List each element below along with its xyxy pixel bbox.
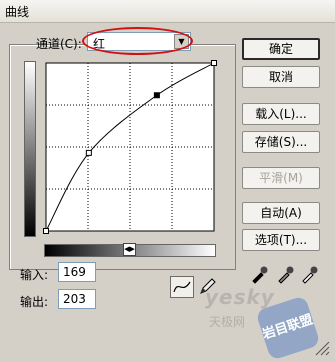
input-label: 输入:	[20, 268, 49, 282]
input-value: 169	[63, 265, 86, 279]
input-field[interactable]: 169	[58, 262, 96, 282]
watermark-text: yesky	[205, 285, 275, 309]
output-gradient-bar	[24, 61, 36, 237]
options-button[interactable]: 选项(T)...	[242, 229, 320, 251]
watermark-subtext: 天极网	[209, 315, 246, 329]
white-eyedropper-icon[interactable]	[300, 264, 318, 284]
title-bar: 曲线	[0, 0, 335, 23]
save-button[interactable]: 存储(S)...	[242, 131, 320, 153]
gradient-toggle-icon[interactable]: ◀▶	[123, 243, 136, 256]
gray-eyedropper-icon[interactable]	[276, 264, 294, 284]
black-eyedropper-icon[interactable]	[250, 264, 268, 284]
auto-button[interactable]: 自动(A)	[242, 202, 320, 224]
cancel-button[interactable]: 取消	[242, 66, 320, 88]
output-value: 203	[63, 292, 86, 306]
curve-point[interactable]	[211, 60, 217, 66]
channel-label: 通道(C):	[36, 37, 82, 51]
load-button[interactable]: 载入(L)...	[242, 103, 320, 125]
ok-button[interactable]: 确定	[242, 38, 320, 60]
output-field[interactable]: 203	[58, 289, 96, 309]
smooth-button[interactable]: 平滑(M)	[242, 167, 320, 189]
curve-tool-icon	[173, 281, 191, 293]
window-title: 曲线	[5, 5, 30, 19]
chevron-down-icon[interactable]: ▼	[174, 34, 189, 49]
output-label: 输出:	[20, 295, 49, 309]
curve-graph[interactable]	[43, 60, 217, 234]
curve-point[interactable]	[43, 228, 49, 234]
resize-grip-icon[interactable]	[312, 338, 332, 358]
curve-point[interactable]	[153, 92, 160, 99]
channel-select[interactable]: 红 ▼	[87, 32, 191, 51]
channel-value: 红	[93, 37, 106, 51]
curve-point[interactable]	[85, 149, 92, 156]
curve-tool-button[interactable]	[170, 276, 194, 298]
